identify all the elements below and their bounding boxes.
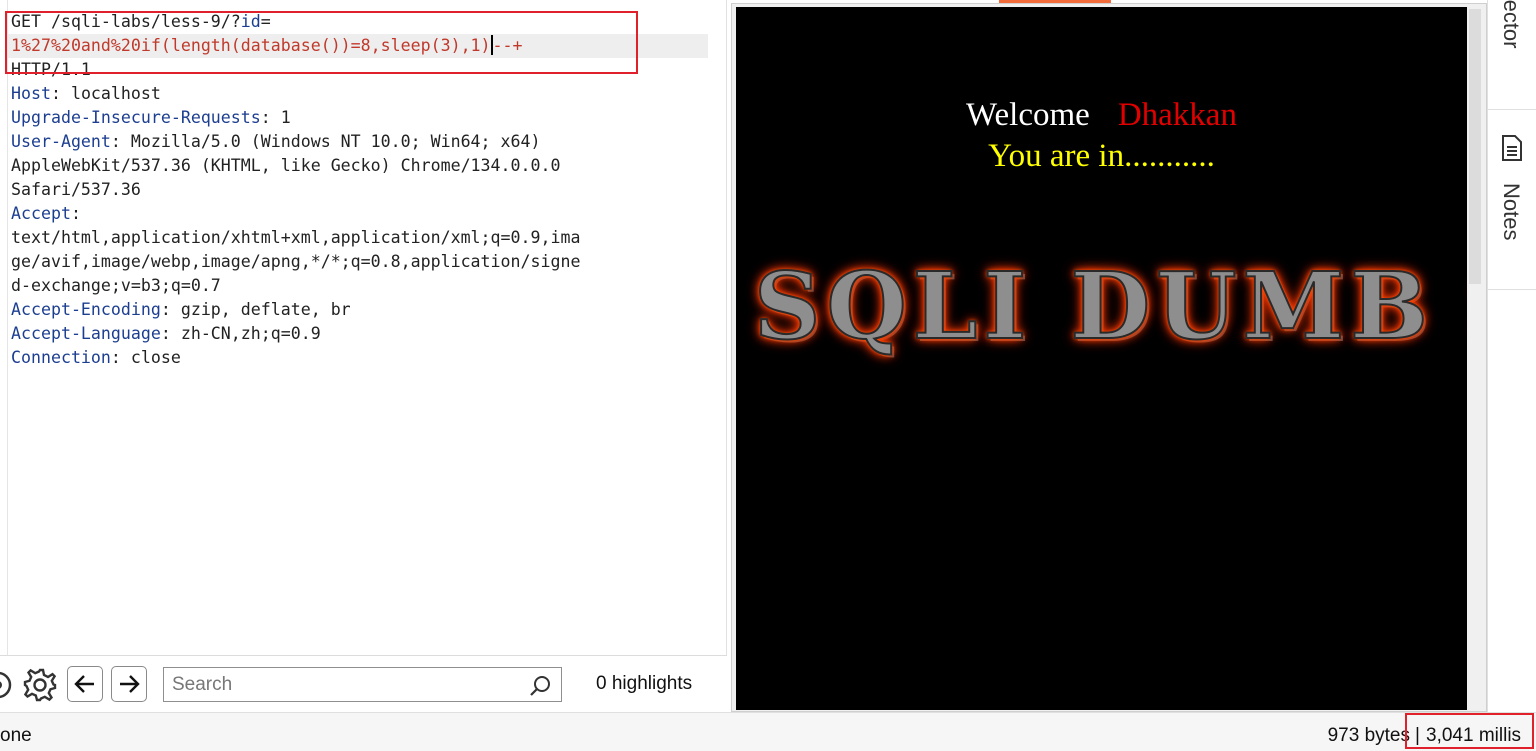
welcome-line: Welcome Dhakkan: [736, 97, 1467, 134]
request-line[interactable]: User-Agent: Mozilla/5.0 (Windows NT 10.0…: [11, 130, 711, 154]
target-icon[interactable]: [0, 668, 14, 702]
request-line[interactable]: ge/avif,image/webp,image/apng,*/*;q=0.8,…: [11, 250, 711, 274]
request-editor[interactable]: GET /sqli-labs/less-9/?id= 1%27%20and%20i…: [0, 0, 727, 655]
login-status-text: You are in...........: [988, 138, 1215, 174]
sqli-dumb-banner: SQLI DUMB SERIES: [753, 251, 1467, 361]
request-text-segment: :: [70, 204, 81, 223]
welcome-text: Welcome: [966, 97, 1090, 133]
side-divider: [1488, 289, 1536, 290]
request-line[interactable]: Accept-Encoding: gzip, deflate, br: [11, 298, 711, 322]
status-bar: one 973 bytes | 3,041 millis: [0, 712, 1536, 751]
inspector-tab[interactable]: Inspector: [1488, 0, 1536, 109]
request-text-segment: d-exchange;v=b3;q=0.7: [11, 276, 221, 295]
request-line[interactable]: d-exchange;v=b3;q=0.7: [11, 274, 711, 298]
header-name: Connection: [11, 348, 111, 367]
status-left-text: one: [0, 725, 32, 746]
welcome-name: Dhakkan: [1117, 97, 1237, 133]
request-text-segment: : zh-CN,zh;q=0.9: [160, 324, 321, 343]
request-text-segment: : close: [110, 348, 181, 367]
notes-icon: [1502, 135, 1522, 161]
search-toolbar: 0 highlights: [0, 655, 727, 712]
gear-icon[interactable]: [21, 666, 59, 704]
search-icon[interactable]: [529, 675, 551, 697]
arrow-left-icon: [74, 675, 94, 693]
request-line[interactable]: Accept-Language: zh-CN,zh;q=0.9: [11, 322, 711, 346]
request-line[interactable]: Accept:: [11, 202, 711, 226]
response-time-annotation: [1405, 713, 1534, 749]
response-render-canvas: Welcome Dhakkan You are in........... SQL…: [736, 7, 1467, 710]
request-text-segment: AppleWebKit/537.36 (KHTML, like Gecko) C…: [11, 156, 561, 175]
request-line-annotation: [5, 11, 638, 74]
request-line[interactable]: Safari/537.36: [11, 178, 711, 202]
header-name: User-Agent: [11, 132, 111, 151]
request-text-segment: : gzip, deflate, br: [160, 300, 351, 319]
previous-match-button[interactable]: [67, 666, 103, 702]
header-name: Upgrade-Insecure-Requests: [11, 108, 261, 127]
request-text-segment: : Mozilla/5.0 (Windows NT 10.0; Win64; x…: [110, 132, 541, 151]
request-line[interactable]: Upgrade-Insecure-Requests: 1: [11, 106, 711, 130]
notes-tab[interactable]: Notes: [1488, 110, 1536, 290]
request-text-segment: ge/avif,image/webp,image/apng,*/*;q=0.8,…: [11, 252, 581, 271]
header-name: Accept: [11, 204, 71, 223]
side-panel-rail: Inspector Notes: [1487, 0, 1536, 712]
notes-tab-label: Notes: [1499, 183, 1524, 241]
header-name: Accept-Language: [11, 324, 161, 343]
request-text-segment: : 1: [260, 108, 291, 127]
highlights-count: 0 highlights: [596, 673, 693, 694]
request-line[interactable]: text/html,application/xhtml+xml,applicat…: [11, 226, 711, 250]
request-line[interactable]: AppleWebKit/537.36 (KHTML, like Gecko) C…: [11, 154, 711, 178]
request-text-segment: Safari/537.36: [11, 180, 141, 199]
request-text-segment: text/html,application/xhtml+xml,applicat…: [11, 228, 581, 247]
search-input[interactable]: [172, 672, 522, 698]
request-line[interactable]: Connection: close: [11, 346, 711, 370]
request-text-segment: : localhost: [50, 84, 161, 103]
response-size: 973 bytes: [1327, 725, 1410, 746]
render-scrollbar-thumb[interactable]: [1469, 9, 1481, 284]
search-field[interactable]: [163, 667, 562, 702]
inspector-tab-label: Inspector: [1499, 0, 1524, 49]
header-name: Host: [11, 84, 51, 103]
header-name: Accept-Encoding: [11, 300, 161, 319]
editor-gutter: [0, 0, 8, 655]
arrow-right-icon: [120, 675, 140, 693]
next-match-button[interactable]: [111, 666, 147, 702]
request-line[interactable]: Host: localhost: [11, 82, 711, 106]
